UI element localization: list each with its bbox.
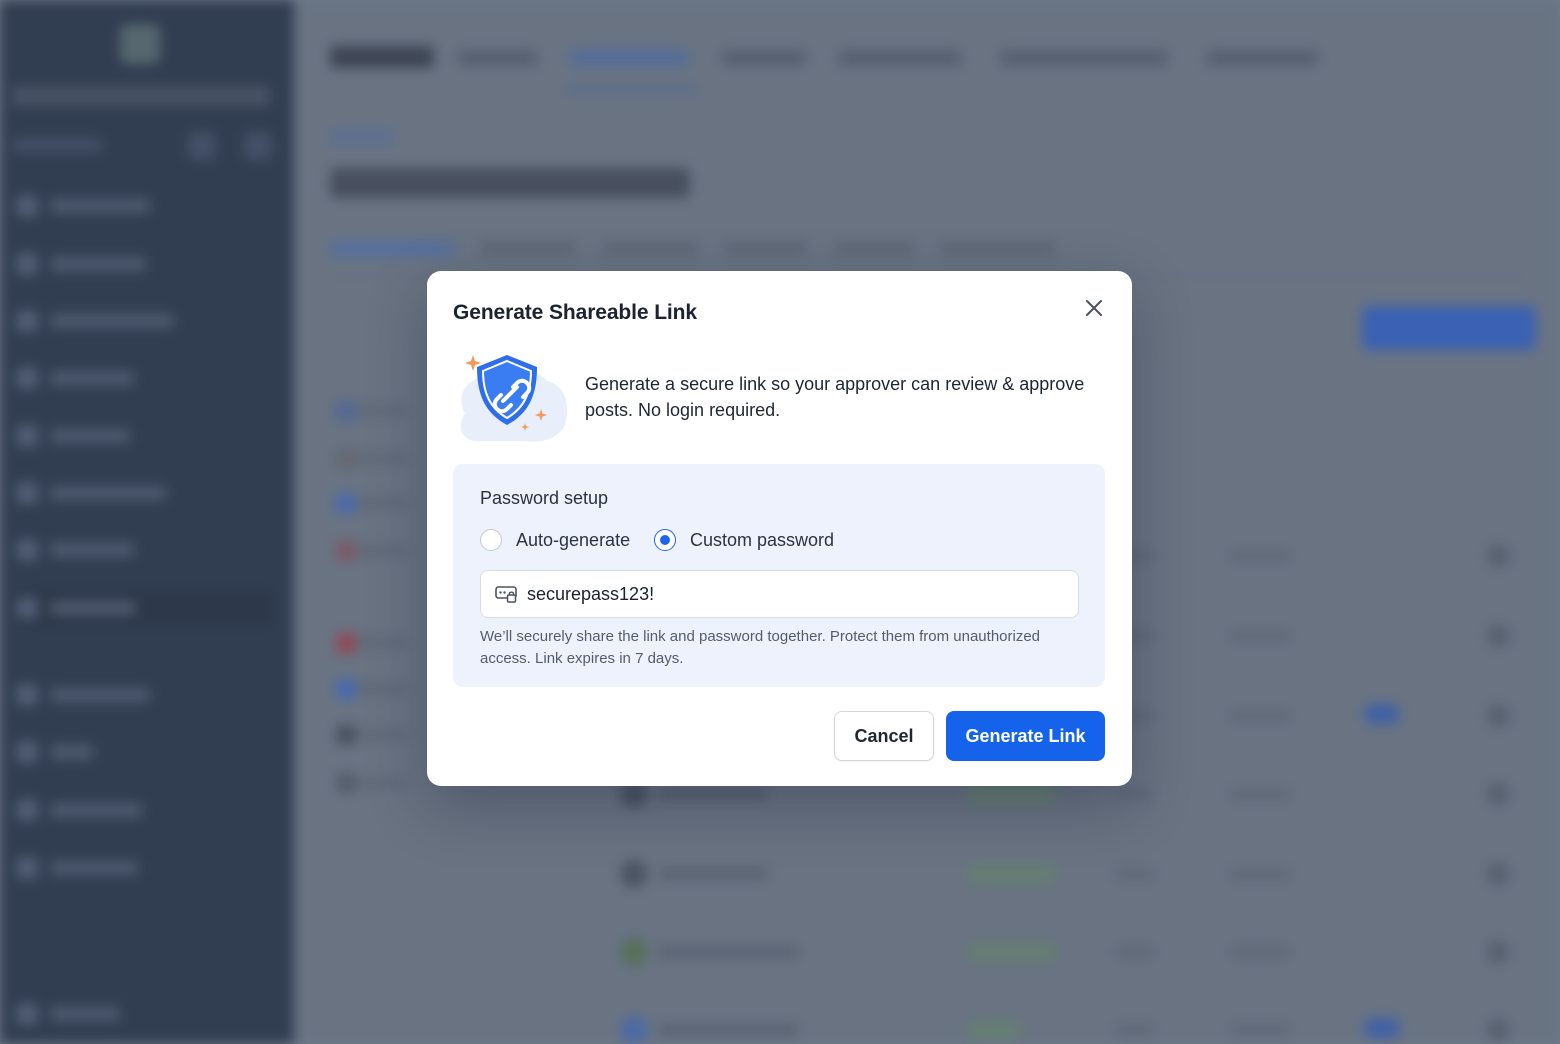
shield-link-icon [451, 349, 571, 445]
password-key-icon [495, 586, 517, 603]
radio-circle-selected[interactable] [654, 529, 676, 551]
radio-circle[interactable] [480, 529, 502, 551]
close-button[interactable] [1081, 295, 1107, 321]
password-field[interactable] [480, 570, 1079, 618]
password-input[interactable] [527, 583, 1067, 605]
radio-label: Auto-generate [516, 529, 631, 550]
password-help-text: We’ll securely share the link and passwo… [480, 628, 1041, 667]
password-setup-panel: Password setup Auto-generate Custom pass… [453, 464, 1105, 687]
radio-custom-password[interactable]: Custom password [654, 528, 834, 552]
cancel-button[interactable]: Cancel [834, 711, 934, 761]
radio-auto-generate[interactable]: Auto-generate [480, 528, 630, 552]
password-setup-label: Password setup [480, 488, 609, 508]
generate-link-button[interactable]: Generate Link [946, 711, 1105, 761]
generate-link-dialog: Generate Shareable Link Generate a secur… [427, 271, 1132, 786]
dialog-description: Generate a secure link so your approver … [585, 374, 1085, 420]
radio-label: Custom password [690, 529, 835, 550]
close-icon [1086, 300, 1102, 316]
dialog-title: Generate Shareable Link [453, 301, 697, 324]
